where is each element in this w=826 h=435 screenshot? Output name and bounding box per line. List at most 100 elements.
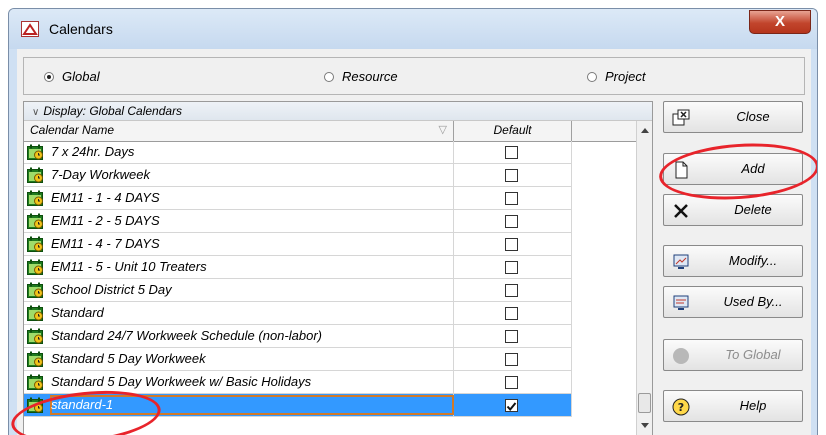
default-checkbox[interactable] [505,261,518,274]
default-checkbox[interactable] [505,399,518,412]
table-row[interactable]: 7-Day Workweek [24,164,636,187]
add-button[interactable]: Add [663,153,803,185]
used-by-button[interactable]: Used By... [663,286,803,318]
calendar-name: EM11 - 2 - 5 DAYS [51,213,160,228]
table-row[interactable]: EM11 - 2 - 5 DAYS [24,210,636,233]
x-delete-icon [674,204,688,218]
default-cell [454,279,572,302]
sort-indicator-icon: ▽ [438,124,447,136]
calendar-name-cell[interactable]: EM11 - 5 - Unit 10 Treaters [24,256,454,279]
help-button[interactable]: ? Help [663,390,803,422]
modify-button-label: Modify... [728,253,778,268]
vertical-scrollbar[interactable] [636,121,652,435]
display-filter-label: Display: Global Calendars [43,104,183,118]
default-checkbox[interactable] [505,307,518,320]
default-checkbox[interactable] [505,376,518,389]
radio-button-icon [44,72,54,82]
calendar-name-cell[interactable]: Standard 24/7 Workweek Schedule (non-lab… [24,325,454,348]
default-checkbox[interactable] [505,284,518,297]
column-header-calendar-name-label: Calendar Name [30,123,115,137]
calendar-icon [27,351,44,367]
window-title: Calendars [49,21,113,37]
table-row[interactable]: Standard 24/7 Workweek Schedule (non-lab… [24,325,636,348]
calendar-name-cell[interactable]: EM11 - 4 - 7 DAYS [24,233,454,256]
radio-resource-label: Resource [342,69,398,84]
table-row[interactable]: EM11 - 5 - Unit 10 Treaters [24,256,636,279]
help-button-label: Help [739,398,767,413]
dialog-body: Global Resource Project ∨ Display: Global… [17,49,811,435]
calendar-name-cell[interactable]: 7 x 24hr. Days [24,141,454,164]
radio-project[interactable]: Project [587,69,645,84]
question-mark-icon: ? [672,398,690,416]
table-row[interactable]: Standard [24,302,636,325]
scroll-thumb[interactable] [638,393,651,413]
svg-text:?: ? [678,401,684,414]
calendar-name: School District 5 Day [51,282,172,297]
column-header-default[interactable]: Default [454,121,572,141]
table-row[interactable]: Standard 5 Day Workweek w/ Basic Holiday… [24,371,636,394]
close-button[interactable]: Close [663,101,803,133]
default-cell [454,187,572,210]
calendar-icon [27,305,44,321]
calendar-name: Standard [51,305,104,320]
calendar-name-cell[interactable]: EM11 - 2 - 5 DAYS [24,210,454,233]
default-checkbox[interactable] [505,330,518,343]
used-by-button-label: Used By... [723,294,783,309]
scroll-down-arrow-icon[interactable] [641,423,649,428]
default-cell [454,210,572,233]
calendar-name: standard-1 [51,397,114,412]
table-row[interactable]: standard-1 [24,394,636,417]
default-checkbox[interactable] [505,238,518,251]
default-checkbox[interactable] [505,215,518,228]
calendar-icon [27,167,44,183]
calendar-name-cell[interactable]: standard-1 [24,394,454,417]
calendar-name: EM11 - 5 - Unit 10 Treaters [51,259,207,274]
monitor-list-icon [673,295,689,310]
calendar-name-cell[interactable]: Standard 5 Day Workweek [24,348,454,371]
calendar-name: EM11 - 1 - 4 DAYS [51,190,160,205]
default-checkbox[interactable] [505,169,518,182]
delete-button[interactable]: Delete [663,194,803,226]
radio-global[interactable]: Global [44,69,100,84]
table-row[interactable]: Standard 5 Day Workweek [24,348,636,371]
calendar-name-cell[interactable]: Standard [24,302,454,325]
table-row[interactable]: 7 x 24hr. Days [24,141,636,164]
calendar-icon [27,259,44,275]
chevron-down-icon: ∨ [32,107,40,118]
calendar-name-cell[interactable]: EM11 - 1 - 4 DAYS [24,187,454,210]
calendar-name-cell[interactable]: School District 5 Day [24,279,454,302]
calendars-dialog: Calendars X Global Resource Project ∨ Dis… [8,8,818,435]
default-cell [454,348,572,371]
default-checkbox[interactable] [505,146,518,159]
to-global-button-label: To Global [725,347,781,362]
radio-global-label: Global [62,69,100,84]
window-close-button[interactable]: X [749,10,811,34]
radio-resource[interactable]: Resource [324,69,398,84]
default-cell [454,302,572,325]
column-header-calendar-name[interactable]: Calendar Name ▽ [24,121,454,141]
table-row[interactable]: EM11 - 1 - 4 DAYS [24,187,636,210]
calendar-icon [27,144,44,160]
to-global-button[interactable]: To Global [663,339,803,371]
close-window-icon [672,109,690,126]
calendar-name-cell[interactable]: 7-Day Workweek [24,164,454,187]
calendar-name: 7-Day Workweek [51,167,150,182]
calendar-icon [27,374,44,390]
default-checkbox[interactable] [505,353,518,366]
calendar-name: 7 x 24hr. Days [51,144,135,159]
default-cell [454,141,572,164]
calendar-name: Standard 5 Day Workweek [51,351,206,366]
calendar-name-cell[interactable]: Standard 5 Day Workweek w/ Basic Holiday… [24,371,454,394]
table-row[interactable]: School District 5 Day [24,279,636,302]
table-row[interactable]: EM11 - 4 - 7 DAYS [24,233,636,256]
default-checkbox[interactable] [505,192,518,205]
display-filter-bar[interactable]: ∨ Display: Global Calendars [24,102,652,121]
scroll-up-arrow-icon[interactable] [641,128,649,133]
calendar-list-panel: ∨ Display: Global Calendars Calendar Name… [23,101,653,435]
calendar-icon [27,328,44,344]
calendar-name: Standard 5 Day Workweek w/ Basic Holiday… [51,374,312,389]
new-document-icon [675,161,688,179]
calendar-icon [27,236,44,252]
delete-button-label: Delete [734,202,772,217]
modify-button[interactable]: Modify... [663,245,803,277]
